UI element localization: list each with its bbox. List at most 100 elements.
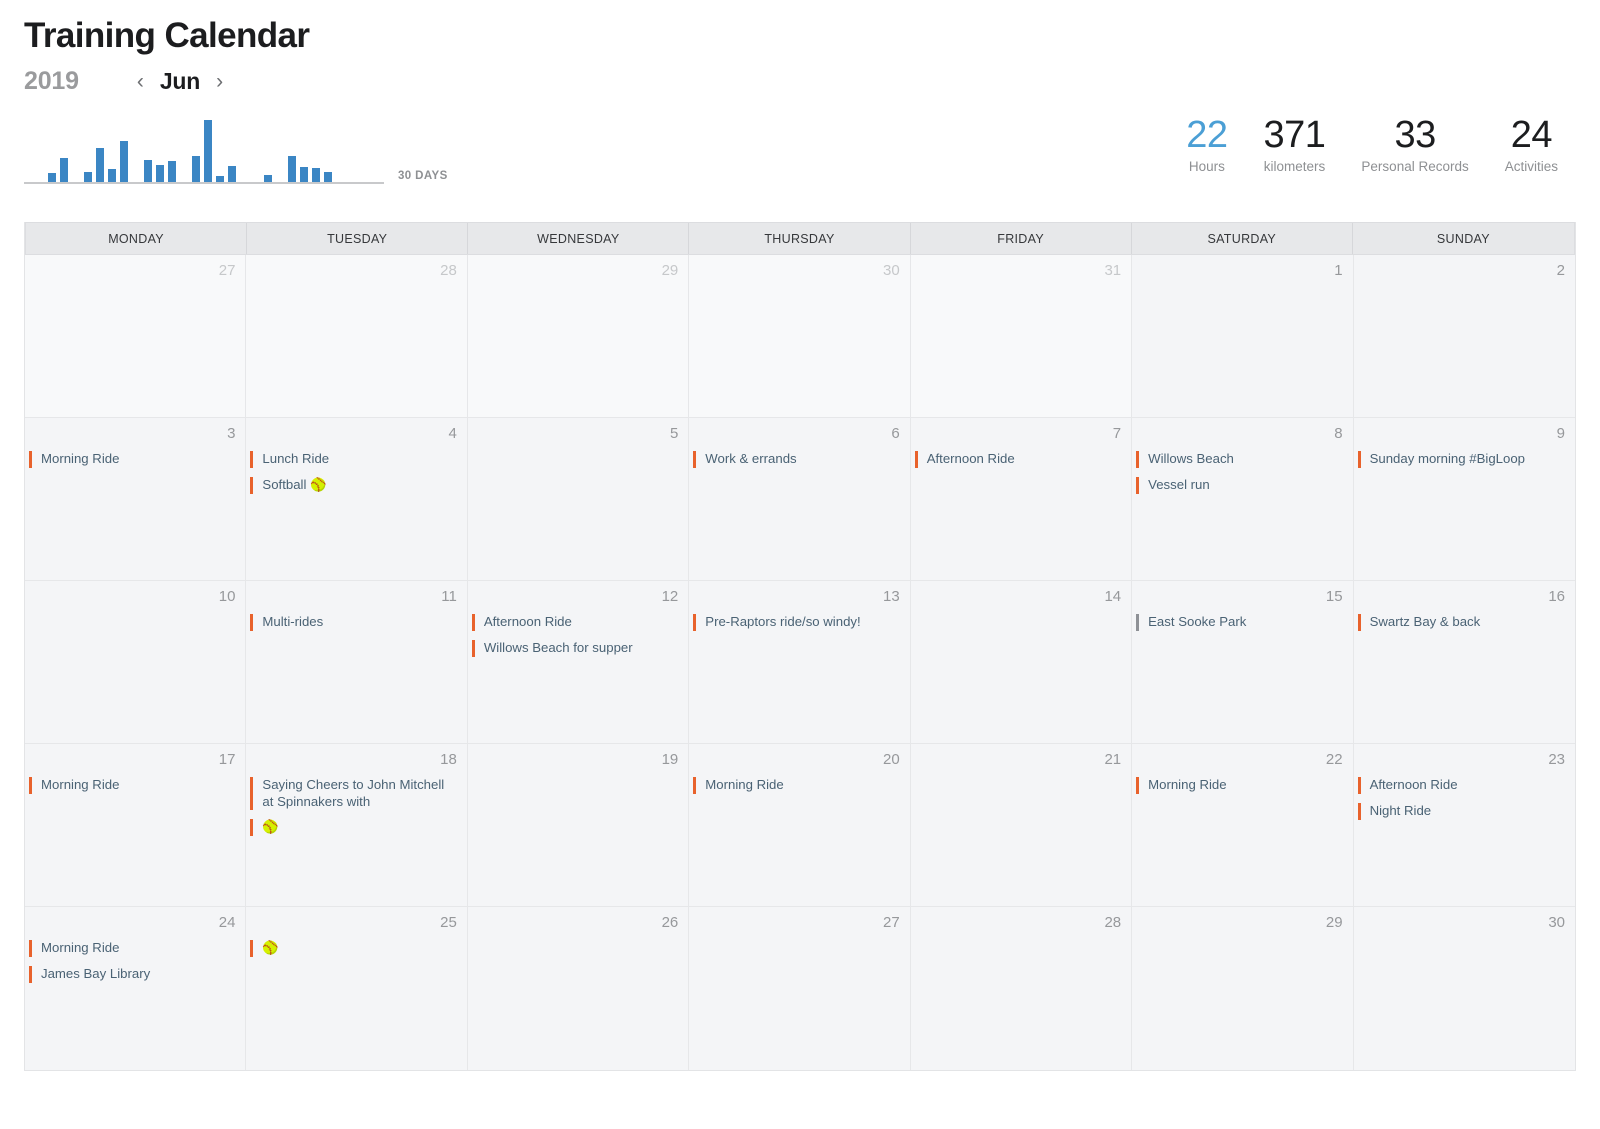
calendar-event[interactable]: Pre-Raptors ride/so windy! [689, 614, 900, 631]
calendar-event[interactable]: James Bay Library [25, 966, 236, 983]
calendar-event[interactable]: Vessel run [1132, 477, 1343, 494]
calendar-day-cell[interactable]: 28 [246, 255, 468, 418]
calendar-day-cell[interactable]: 13 Pre-Raptors ride/so windy! [689, 581, 911, 744]
calendar-event[interactable]: Multi-rides [246, 614, 457, 631]
calendar-day-cell[interactable]: 7 Afternoon Ride [910, 418, 1133, 581]
sparkline-bar [84, 172, 92, 182]
calendar-event[interactable]: Night Ride [1354, 803, 1566, 820]
calendar-day-cell[interactable]: 21 [910, 744, 1133, 907]
next-month-icon[interactable]: › [214, 69, 225, 94]
calendar-event[interactable]: Softball 🥎 [246, 477, 457, 494]
weekday-header-tuesday: TUESDAY [247, 223, 469, 254]
calendar-day-cell[interactable]: 11 Multi-rides [246, 581, 468, 744]
calendar-day-cell[interactable]: 26 [467, 907, 690, 1070]
event-title: Afternoon Ride [926, 451, 1015, 466]
calendar-day-cell[interactable]: 27 [689, 907, 911, 1070]
calendar-day-cell[interactable]: 3 Morning Ride [25, 418, 247, 581]
year-month-nav: 2019 ‹ Jun › [24, 64, 1576, 98]
day-events: Multi-rides [246, 614, 457, 631]
calendar-day-cell[interactable]: 15 East Sooke Park [1132, 581, 1354, 744]
calendar-day-cell[interactable]: 5 [467, 418, 690, 581]
calendar-event[interactable]: Work & errands [689, 451, 900, 468]
calendar-event[interactable]: Afternoon Ride [1354, 777, 1566, 794]
calendar-event[interactable]: Swartz Bay & back [1354, 614, 1566, 631]
event-title: Morning Ride [41, 451, 120, 466]
day-number: 27 [883, 914, 900, 931]
calendar-event[interactable]: Morning Ride [689, 777, 900, 794]
stat-value: 22 [1186, 114, 1228, 156]
calendar-event[interactable]: Lunch Ride [246, 451, 457, 468]
calendar-day-cell[interactable]: 29 [467, 255, 690, 418]
calendar-day-cell[interactable]: 30 [689, 255, 911, 418]
weekday-header-row: MONDAY TUESDAY WEDNESDAY THURSDAY FRIDAY SATU… [25, 222, 1575, 255]
calendar-event[interactable]: Sunday morning #BigLoop [1354, 451, 1566, 468]
prev-month-icon[interactable]: ‹ [135, 69, 146, 94]
calendar-event[interactable]: Afternoon Ride [911, 451, 1122, 468]
calendar-day-cell[interactable]: 1 [1132, 255, 1354, 418]
sparkline-bar [312, 168, 320, 182]
stat-label: kilometers [1263, 159, 1326, 174]
calendar-day-cell[interactable]: 29 [1132, 907, 1354, 1070]
day-events: Pre-Raptors ride/so windy! [689, 614, 900, 631]
calendar-day-cell[interactable]: 20 Morning Ride [689, 744, 911, 907]
day-number: 6 [891, 425, 900, 442]
calendar-day-cell[interactable]: 16 Swartz Bay & back [1353, 581, 1575, 744]
calendar-day-cell[interactable]: 28 [910, 907, 1133, 1070]
calendar-day-cell[interactable]: 31 [910, 255, 1133, 418]
sparkline-bar [228, 166, 236, 182]
calendar-event[interactable]: Afternoon Ride [468, 614, 679, 631]
calendar-week-row: 17 Morning Ride 18 Saying Cheers to John Mi… [25, 744, 1575, 907]
calendar-event[interactable]: Willows Beach for supper [468, 640, 679, 657]
event-title: Morning Ride [1148, 777, 1227, 792]
day-events: Morning Ride James Bay Library [25, 940, 236, 983]
day-number: 14 [1104, 588, 1122, 605]
event-title: Morning Ride [705, 777, 784, 792]
calendar-day-cell[interactable]: 19 [467, 744, 690, 907]
calendar-event[interactable]: Saying Cheers to John Mitchell at Spinna… [246, 777, 457, 810]
day-events: East Sooke Park [1132, 614, 1343, 631]
day-number: 28 [1104, 914, 1122, 931]
calendar-day-cell[interactable]: 30 [1353, 907, 1575, 1070]
day-number: 29 [661, 262, 679, 279]
day-number: 5 [669, 425, 679, 442]
calendar-event[interactable]: East Sooke Park [1132, 614, 1343, 631]
calendar-day-cell[interactable]: 18 Saying Cheers to John Mitchell at Spin… [246, 744, 468, 907]
calendar-day-cell[interactable]: 25 🥎 [246, 907, 468, 1070]
calendar-event[interactable]: Morning Ride [1132, 777, 1343, 794]
calendar-day-cell[interactable]: 2 [1353, 255, 1575, 418]
calendar-event[interactable]: 🥎 [246, 819, 457, 836]
sparkline-bars [24, 118, 384, 184]
calendar-event[interactable]: Morning Ride [25, 451, 236, 468]
sparkline-bar [120, 141, 128, 182]
day-events: Morning Ride [1132, 777, 1343, 794]
day-number: 30 [883, 262, 900, 279]
calendar-day-cell[interactable]: 27 [25, 255, 247, 418]
day-number: 24 [218, 914, 236, 931]
calendar-day-cell[interactable]: 6 Work & errands [689, 418, 911, 581]
calendar-event[interactable]: Morning Ride [25, 940, 236, 957]
year-label: 2019 [24, 66, 79, 95]
calendar-day-cell[interactable]: 22 Morning Ride [1132, 744, 1354, 907]
calendar-day-cell[interactable]: 9 Sunday morning #BigLoop [1353, 418, 1575, 581]
day-number: 20 [883, 751, 900, 768]
sparkline-bar [300, 167, 308, 182]
sparkline-bar [108, 169, 116, 182]
calendar-event[interactable]: Morning Ride [25, 777, 236, 794]
event-title: Morning Ride [41, 940, 120, 955]
day-number: 18 [440, 751, 457, 768]
day-events: 🥎 [246, 940, 457, 957]
calendar-day-cell[interactable]: 4 Lunch Ride Softball 🥎 [246, 418, 468, 581]
calendar-event[interactable]: Willows Beach [1132, 451, 1343, 468]
weekday-header-friday: FRIDAY [911, 223, 1132, 254]
event-title: Night Ride [1369, 803, 1432, 818]
weekday-header-sunday: SUNDAY [1436, 232, 1490, 246]
calendar-day-cell[interactable]: 14 [910, 581, 1133, 744]
calendar-event[interactable]: 🥎 [246, 940, 457, 957]
calendar-day-cell[interactable]: 8 Willows Beach Vessel run [1132, 418, 1354, 581]
calendar-day-cell[interactable]: 12 Afternoon Ride Willows Beach for supper [467, 581, 690, 744]
calendar-day-cell[interactable]: 23 Afternoon Ride Night Ride [1353, 744, 1575, 907]
calendar-day-cell[interactable]: 17 Morning Ride [25, 744, 247, 907]
day-number: 2 [1556, 262, 1565, 279]
calendar-day-cell[interactable]: 24 Morning Ride James Bay Library [25, 907, 247, 1070]
calendar-day-cell[interactable]: 10 [25, 581, 247, 744]
